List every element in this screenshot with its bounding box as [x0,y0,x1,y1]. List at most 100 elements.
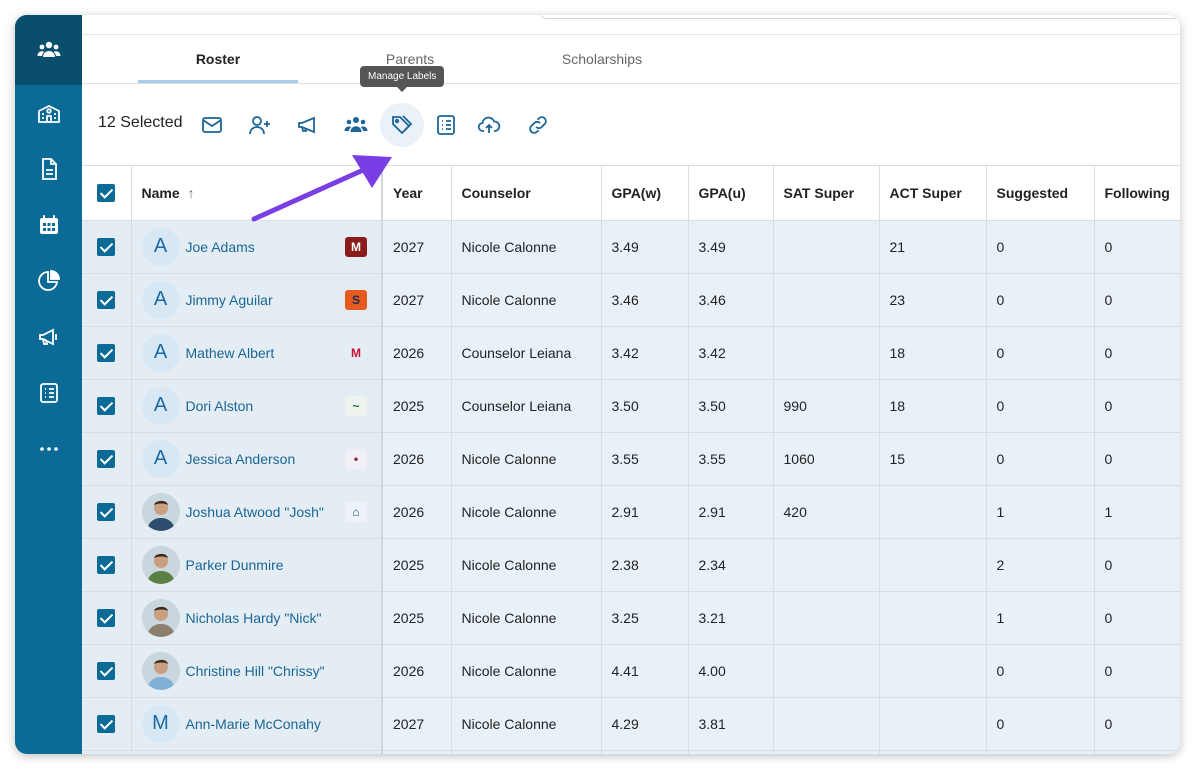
table-row[interactable]: A Mathew Albert M 2026 Counselor Leiana 3.… [82,326,1180,380]
following-cell: 0 [1094,538,1180,592]
counselor-cell: Nicole Calonne [451,538,602,592]
avatar-photo [141,545,180,584]
row-checkbox[interactable] [97,555,116,574]
gpa-weighted-cell: 3.49 [601,220,689,274]
sidebar-item-documents[interactable] [15,141,82,197]
link-button[interactable] [516,103,560,147]
table-row[interactable]: Christine Hill "Chrissy" 2026 Nicole Cal… [82,644,1180,698]
row-checkbox[interactable] [97,343,116,362]
select-all-checkbox[interactable] [97,183,116,202]
sidebar-item-students[interactable] [15,15,82,85]
year-cell: 2026 [382,644,452,698]
table-row[interactable]: Joshua Atwood "Josh" ⌂ 2026 Nicole Calonn… [82,485,1180,539]
sat-super-cell [773,644,880,698]
following-cell: 1 [1094,485,1180,539]
gpa-weighted-cell: 4.41 [601,644,689,698]
following-cell: 0 [1094,432,1180,486]
tab-roster[interactable]: Roster [138,35,298,83]
gpa-unweighted-cell: 2.91 [688,485,774,539]
row-select-cell [82,644,132,698]
table-row[interactable]: Nicholas Hardy "Nick" 2025 Nicole Calonn… [82,591,1180,645]
selected-count: 12 Selected [98,114,183,131]
sidebar-item-school[interactable] [15,85,82,141]
sat-super-cell: 990 [773,379,880,433]
name-header-label: Name [141,184,180,201]
student-name-cell: Joshua Atwood "Josh" ⌂ [131,485,383,539]
year-cell: 2026 [382,432,452,486]
counselor-cell: Nicole Calonne [451,220,602,274]
column-header-gpa-u[interactable]: GPA(u) [688,166,774,221]
sort-ascending-icon[interactable]: ↑ [188,185,195,201]
megaphone-icon [298,116,315,134]
year-cell: 2026 [382,326,452,380]
tab-bar: Roster Parents Scholarships [82,35,1180,84]
row-checkbox[interactable] [97,396,116,415]
table-row[interactable]: A Jessica Anderson • 2026 Nicole Calonne 3… [82,432,1180,486]
avatar-photo [141,651,180,690]
cloud-upload-icon [477,116,501,133]
student-name-link[interactable]: Ann-Marie McConahy [186,716,321,732]
sat-super-cell [773,326,880,380]
row-checkbox[interactable] [97,714,116,733]
table-row[interactable]: A Dori Alston ~ 2025 Counselor Leiana 3.50… [82,379,1180,433]
sidebar-item-reports[interactable] [15,253,82,309]
counselor-cell: Counselor Leiana [451,326,602,380]
student-name-cell: A Mathew Albert M [131,326,383,380]
student-name-link[interactable]: Nicholas Hardy "Nick" [186,610,322,626]
suggested-cell: 0 [986,644,1095,698]
row-select-cell [82,697,132,751]
sidebar-item-more[interactable] [15,421,82,477]
column-header-gpa-w[interactable]: GPA(w) [601,166,689,221]
row-checkbox[interactable] [97,449,116,468]
act-super-cell: 21 [879,220,987,274]
counselor-cell: Nicole Calonne [451,591,602,645]
table-row[interactable]: Parker Dunmire 2025 Nicole Calonne 2.38 … [82,538,1180,592]
tab-scholarships[interactable]: Scholarships [522,35,682,83]
upload-button[interactable] [467,103,511,147]
act-super-cell: 18 [879,379,987,433]
column-header-sat[interactable]: SAT Super [773,166,880,221]
following-cell: 0 [1094,326,1180,380]
student-name-link[interactable]: Christine Hill "Chrissy" [186,663,325,679]
column-header-counselor[interactable]: Counselor [451,166,602,221]
row-checkbox[interactable] [97,237,116,256]
student-name-link[interactable]: Joshua Atwood "Josh" [186,504,324,520]
suggested-cell: 0 [986,273,1095,327]
student-name-link[interactable]: Jessica Anderson [186,451,296,467]
table-row[interactable]: M Ann-Marie McConahy 2027 Nicole Calonne … [82,697,1180,751]
sidebar-item-checklist[interactable] [15,365,82,421]
sidebar-item-calendar[interactable] [15,197,82,253]
avatar: A [141,386,180,425]
sidebar-item-announcements[interactable] [15,309,82,365]
gpa-weighted-cell: 3.55 [601,432,689,486]
student-name-link[interactable]: Jimmy Aguilar [186,292,273,308]
avatar: A [141,227,180,266]
student-name-link[interactable]: Dori Alston [186,398,254,414]
gpa-unweighted-cell: 3.81 [688,697,774,751]
column-header-following[interactable]: Following [1094,166,1180,221]
row-checkbox[interactable] [97,608,116,627]
column-header-act[interactable]: ACT Super [879,166,987,221]
student-name-link[interactable]: Joe Adams [186,239,255,255]
suggested-cell: 0 [986,697,1095,751]
row-select-cell [82,220,132,274]
top-search-field[interactable] [540,15,1180,19]
year-cell: 2025 [382,591,452,645]
table-row[interactable]: A Jimmy Aguilar S 2027 Nicole Calonne 3.46… [82,273,1180,327]
act-super-cell: 15 [879,432,987,486]
umass-logo: M [345,236,367,257]
following-cell: 0 [1094,379,1180,433]
email-button[interactable] [190,103,234,147]
column-header-suggested[interactable]: Suggested [986,166,1095,221]
school-icon [37,104,60,123]
sat-super-cell [773,273,880,327]
row-checkbox[interactable] [97,661,116,680]
row-checkbox[interactable] [97,502,116,521]
gpa-unweighted-cell: 3.50 [688,379,774,433]
student-name-link[interactable]: Parker Dunmire [186,557,284,573]
checklist-button[interactable] [424,103,468,147]
link-icon [529,116,547,134]
student-name-link[interactable]: Mathew Albert [186,345,275,361]
gpa-unweighted-cell: 3.49 [688,220,774,274]
row-checkbox[interactable] [97,290,116,309]
